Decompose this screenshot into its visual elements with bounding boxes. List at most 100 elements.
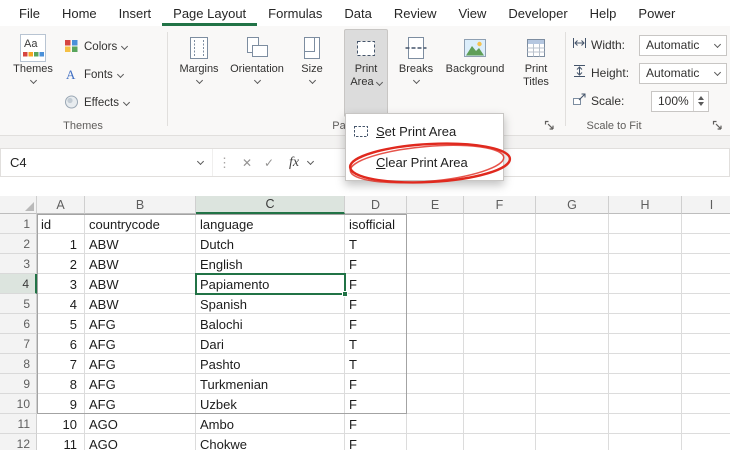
tab-view[interactable]: View [447, 0, 497, 26]
row-header-12[interactable]: 12 [0, 434, 37, 450]
cell-C6[interactable]: Balochi [196, 314, 345, 334]
column-header-B[interactable]: B [85, 196, 196, 214]
tab-home[interactable]: Home [51, 0, 108, 26]
cell-E3[interactable] [407, 254, 464, 274]
column-header-H[interactable]: H [609, 196, 682, 214]
select-all-button[interactable] [0, 196, 37, 214]
cell-C1[interactable]: language [196, 214, 345, 234]
cell-C10[interactable]: Uzbek [196, 394, 345, 414]
cell-I7[interactable] [682, 334, 730, 354]
row-header-8[interactable]: 8 [0, 354, 37, 374]
cell-E11[interactable] [407, 414, 464, 434]
cell-C12[interactable]: Chokwe [196, 434, 345, 450]
name-box[interactable]: C4 [1, 149, 213, 176]
cell-H7[interactable] [609, 334, 682, 354]
cell-H8[interactable] [609, 354, 682, 374]
cell-D10[interactable]: F [345, 394, 407, 414]
cell-E9[interactable] [407, 374, 464, 394]
cell-F5[interactable] [464, 294, 536, 314]
cell-F1[interactable] [464, 214, 536, 234]
height-select[interactable]: Automatic [639, 63, 727, 84]
column-header-A[interactable]: A [37, 196, 85, 214]
cell-B8[interactable]: AFG [85, 354, 196, 374]
cell-F2[interactable] [464, 234, 536, 254]
cell-I2[interactable] [682, 234, 730, 254]
tab-help[interactable]: Help [579, 0, 628, 26]
cell-G10[interactable] [536, 394, 609, 414]
background-button[interactable]: Background [440, 29, 510, 117]
row-header-6[interactable]: 6 [0, 314, 37, 334]
cell-B4[interactable]: ABW [85, 274, 196, 294]
tab-file[interactable]: File [8, 0, 51, 26]
cell-D1[interactable]: isofficial [345, 214, 407, 234]
fonts-button[interactable]: A Fonts [64, 64, 123, 86]
cell-H9[interactable] [609, 374, 682, 394]
breaks-button[interactable]: Breaks [394, 29, 438, 117]
effects-button[interactable]: Effects [64, 92, 129, 114]
row-header-3[interactable]: 3 [0, 254, 37, 274]
print-area-button[interactable]: Print Area [344, 29, 388, 117]
column-header-C[interactable]: C [196, 196, 345, 214]
row-header-4[interactable]: 4 [0, 274, 37, 294]
page-setup-dialog-launcher-icon[interactable] [544, 118, 555, 136]
cell-F8[interactable] [464, 354, 536, 374]
cell-I5[interactable] [682, 294, 730, 314]
cell-E6[interactable] [407, 314, 464, 334]
cell-D4[interactable]: F [345, 274, 407, 294]
column-header-E[interactable]: E [407, 196, 464, 214]
cell-B11[interactable]: AGO [85, 414, 196, 434]
cell-G11[interactable] [536, 414, 609, 434]
orientation-button[interactable]: Orientation [226, 29, 288, 117]
cell-H5[interactable] [609, 294, 682, 314]
cell-I4[interactable] [682, 274, 730, 294]
cell-H6[interactable] [609, 314, 682, 334]
cell-A4[interactable]: 3 [37, 274, 85, 294]
cell-B9[interactable]: AFG [85, 374, 196, 394]
cell-D12[interactable]: F [345, 434, 407, 450]
row-header-7[interactable]: 7 [0, 334, 37, 354]
cell-H11[interactable] [609, 414, 682, 434]
row-header-9[interactable]: 9 [0, 374, 37, 394]
cell-B10[interactable]: AFG [85, 394, 196, 414]
cell-G7[interactable] [536, 334, 609, 354]
cell-A3[interactable]: 2 [37, 254, 85, 274]
cell-F10[interactable] [464, 394, 536, 414]
cell-H10[interactable] [609, 394, 682, 414]
cell-A10[interactable]: 9 [37, 394, 85, 414]
cell-D9[interactable]: F [345, 374, 407, 394]
cell-G4[interactable] [536, 274, 609, 294]
margins-button[interactable]: Margins [176, 29, 222, 117]
cell-E12[interactable] [407, 434, 464, 450]
tab-developer[interactable]: Developer [497, 0, 578, 26]
cell-I11[interactable] [682, 414, 730, 434]
spin-down-icon[interactable] [698, 102, 704, 106]
cancel-icon[interactable]: ✕ [236, 156, 258, 170]
row-header-2[interactable]: 2 [0, 234, 37, 254]
cell-G3[interactable] [536, 254, 609, 274]
cell-G1[interactable] [536, 214, 609, 234]
cell-D6[interactable]: F [345, 314, 407, 334]
cell-E5[interactable] [407, 294, 464, 314]
scale-spinner[interactable]: 100% [651, 91, 709, 112]
cell-A8[interactable]: 7 [37, 354, 85, 374]
cell-F12[interactable] [464, 434, 536, 450]
scale-to-fit-dialog-launcher-icon[interactable] [712, 118, 723, 136]
cell-E1[interactable] [407, 214, 464, 234]
cell-B2[interactable]: ABW [85, 234, 196, 254]
tab-review[interactable]: Review [383, 0, 448, 26]
enter-icon[interactable]: ✓ [258, 156, 280, 170]
cell-H3[interactable] [609, 254, 682, 274]
cell-I8[interactable] [682, 354, 730, 374]
cell-F6[interactable] [464, 314, 536, 334]
cell-B3[interactable]: ABW [85, 254, 196, 274]
tab-data[interactable]: Data [333, 0, 382, 26]
cell-E2[interactable] [407, 234, 464, 254]
themes-button[interactable]: Aa Themes [6, 29, 60, 117]
cell-D3[interactable]: F [345, 254, 407, 274]
cell-G9[interactable] [536, 374, 609, 394]
cell-A9[interactable]: 8 [37, 374, 85, 394]
cell-I6[interactable] [682, 314, 730, 334]
cell-H12[interactable] [609, 434, 682, 450]
colors-button[interactable]: Colors [64, 36, 127, 58]
cell-I1[interactable] [682, 214, 730, 234]
